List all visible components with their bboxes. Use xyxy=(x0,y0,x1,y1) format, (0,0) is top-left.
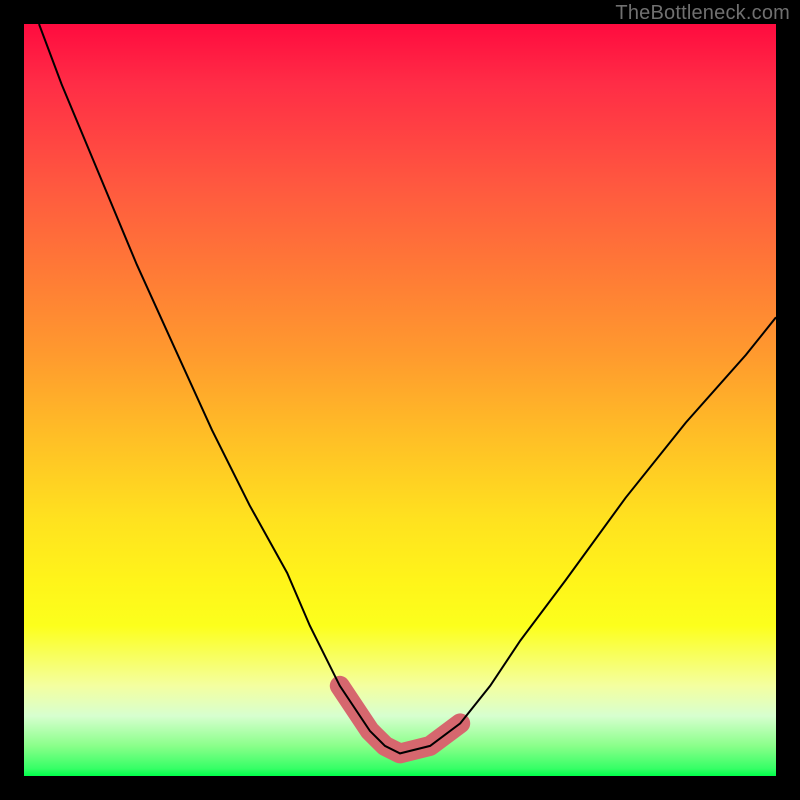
bottleneck-curve xyxy=(39,24,776,753)
chart-stage: TheBottleneck.com xyxy=(0,0,800,800)
curve-layer xyxy=(24,24,776,776)
attribution-text: TheBottleneck.com xyxy=(615,2,790,25)
valley-highlight xyxy=(340,686,460,754)
plot-area xyxy=(24,24,776,776)
